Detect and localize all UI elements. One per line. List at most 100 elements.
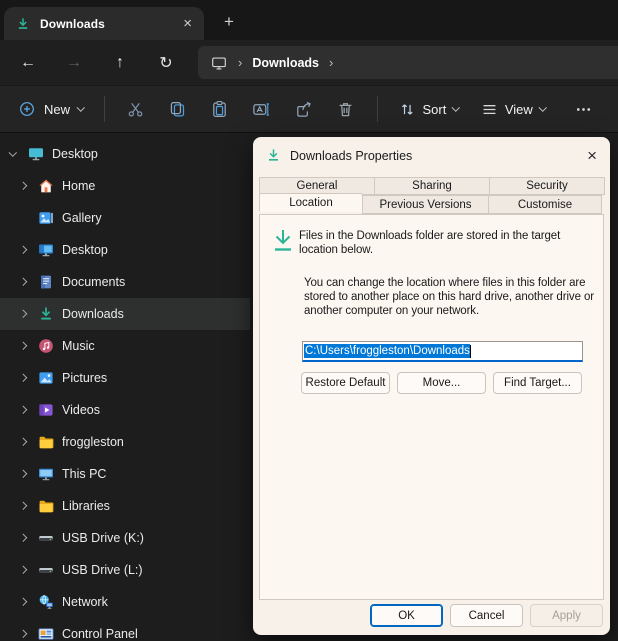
view-icon — [481, 101, 498, 118]
videos-icon — [38, 402, 54, 418]
move-button[interactable]: Move... — [397, 372, 486, 394]
copy-icon — [168, 100, 187, 119]
chevron-right-icon[interactable] — [16, 279, 30, 285]
sidebar-item-network[interactable]: Network — [0, 586, 250, 618]
chevron-right-icon[interactable] — [16, 183, 30, 189]
toolbar-divider — [377, 96, 378, 122]
tab-previous-versions[interactable]: Previous Versions — [362, 195, 489, 214]
downloads-properties-dialog: Downloads Properties × General Sharing S… — [253, 137, 610, 635]
explorer-tab-downloads[interactable]: Downloads × — [4, 7, 204, 40]
this-pc-icon[interactable] — [210, 54, 228, 72]
documents-icon — [38, 274, 54, 290]
chevron-right-icon[interactable] — [16, 631, 30, 637]
dialog-footer: OK Cancel Apply — [370, 604, 603, 627]
sidebar-item-usb-drive-l[interactable]: USB Drive (L:) — [0, 554, 250, 586]
address-bar[interactable]: › Downloads › — [198, 46, 618, 79]
forward-icon[interactable]: → — [52, 46, 96, 80]
chevron-right-icon[interactable] — [16, 311, 30, 317]
sidebar-item-downloads[interactable]: Downloads — [0, 298, 250, 330]
chevron-right-icon[interactable] — [16, 343, 30, 349]
share-button[interactable] — [283, 92, 325, 126]
chevron-right-icon[interactable] — [16, 407, 30, 413]
rename-icon — [252, 100, 271, 119]
cut-button[interactable] — [115, 92, 157, 126]
usb-drive-icon — [38, 562, 54, 578]
chevron-right-icon[interactable] — [16, 599, 30, 605]
sidebar-item-documents[interactable]: Documents — [0, 266, 250, 298]
downloads-icon — [16, 17, 30, 31]
sidebar-item-label: Desktop — [52, 147, 98, 161]
usb-drive-icon — [38, 530, 54, 546]
chevron-right-icon[interactable] — [16, 439, 30, 445]
sidebar-item-desktop-pinned[interactable]: Desktop — [0, 138, 250, 170]
find-target-button[interactable]: Find Target... — [493, 372, 582, 394]
refresh-icon[interactable]: ↻ — [144, 46, 188, 80]
paste-button[interactable] — [199, 92, 241, 126]
copy-button[interactable] — [157, 92, 199, 126]
sidebar-item-this-pc[interactable]: This PC — [0, 458, 250, 490]
chevron-right-icon[interactable] — [16, 247, 30, 253]
sidebar-item-pictures[interactable]: Pictures — [0, 362, 250, 394]
sidebar-item-usb-drive-k[interactable]: USB Drive (K:) — [0, 522, 250, 554]
sort-button[interactable]: Sort — [388, 92, 470, 126]
pictures-icon — [38, 370, 54, 386]
downloads-icon — [266, 148, 281, 163]
restore-default-button[interactable]: Restore Default — [301, 372, 390, 394]
sidebar-item-music[interactable]: Music — [0, 330, 250, 362]
tab-customise[interactable]: Customise — [488, 195, 602, 214]
chevron-right-icon[interactable] — [16, 471, 30, 477]
apply-button: Apply — [530, 604, 603, 627]
breadcrumb-location[interactable]: Downloads — [252, 56, 319, 70]
more-options-button[interactable] — [562, 92, 604, 126]
sidebar-item-videos[interactable]: Videos — [0, 394, 250, 426]
sidebar-item-desktop[interactable]: Desktop — [0, 234, 250, 266]
music-icon — [38, 338, 54, 354]
tab-title: Downloads — [40, 17, 105, 31]
up-icon[interactable]: ↑ — [98, 46, 142, 80]
target-path-input[interactable]: C:\Users\froggleston\Downloads — [302, 341, 583, 362]
chevron-right-icon[interactable] — [16, 567, 30, 573]
new-button[interactable]: New — [8, 92, 94, 126]
dialog-close-icon[interactable]: × — [587, 147, 597, 164]
command-toolbar: New Sort View — [0, 85, 618, 133]
folder-icon — [38, 498, 54, 514]
sidebar-item-control-panel[interactable]: Control Panel — [0, 618, 250, 641]
chevron-right-icon[interactable] — [16, 503, 30, 509]
ok-button[interactable]: OK — [370, 604, 443, 627]
chevron-expanded-icon[interactable] — [6, 151, 20, 157]
sidebar-item-gallery[interactable]: Gallery — [0, 202, 250, 234]
sidebar-item-label: froggleston — [62, 435, 124, 449]
sidebar-item-home[interactable]: Home — [0, 170, 250, 202]
new-tab-button[interactable]: + — [214, 9, 244, 35]
sidebar-item-froggleston[interactable]: froggleston — [0, 426, 250, 458]
sidebar-item-label: Downloads — [62, 307, 124, 321]
cancel-button[interactable]: Cancel — [450, 604, 523, 627]
breadcrumb-chevron-icon[interactable]: › — [238, 55, 242, 70]
sidebar-item-label: Home — [62, 179, 95, 193]
toolbar-divider — [104, 96, 105, 122]
sidebar-item-libraries[interactable]: Libraries — [0, 490, 250, 522]
home-icon — [38, 178, 54, 194]
paste-icon — [210, 100, 229, 119]
new-button-label: New — [44, 102, 70, 117]
breadcrumb-chevron-icon[interactable]: › — [329, 55, 333, 70]
tab-security[interactable]: Security — [489, 177, 605, 195]
back-icon[interactable]: ← — [6, 46, 50, 80]
sidebar-item-label: Pictures — [62, 371, 107, 385]
tab-location[interactable]: Location — [259, 193, 363, 212]
rename-button[interactable] — [241, 92, 283, 126]
sidebar-item-label: Desktop — [62, 243, 108, 257]
view-button-label: View — [505, 102, 533, 117]
delete-button[interactable] — [325, 92, 367, 126]
chevron-right-icon[interactable] — [16, 535, 30, 541]
trash-icon — [336, 100, 355, 119]
dialog-title-bar: Downloads Properties × — [253, 137, 610, 174]
chevron-right-icon[interactable] — [16, 375, 30, 381]
tab-sharing[interactable]: Sharing — [374, 177, 490, 195]
view-button[interactable]: View — [470, 92, 556, 126]
chevron-down-icon — [77, 104, 85, 112]
sidebar-item-label: USB Drive (K:) — [62, 531, 144, 545]
tab-close-icon[interactable]: × — [183, 16, 192, 31]
sidebar-item-label: Music — [62, 339, 95, 353]
navigation-pane: Desktop Home Gallery Desktop Documen — [0, 133, 250, 641]
